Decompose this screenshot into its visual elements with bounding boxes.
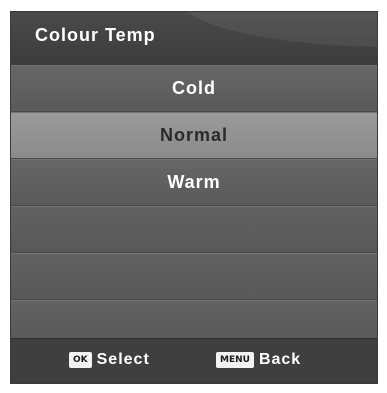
menu-key-icon: MENU	[216, 352, 254, 368]
back-label: Back	[258, 351, 302, 368]
empty-row	[11, 206, 377, 253]
select-label: Select	[96, 351, 150, 368]
option-label: Cold	[172, 78, 216, 98]
option-warm[interactable]: Warm	[11, 159, 377, 206]
back-hint[interactable]: MENU Back	[216, 351, 301, 369]
empty-row	[11, 253, 377, 300]
menu-header: Colour Temp	[11, 12, 377, 65]
option-normal[interactable]: Normal	[11, 112, 377, 159]
option-list: Cold Normal Warm	[11, 65, 377, 347]
colour-temp-menu: Colour Temp Cold Normal Warm OK Select M…	[10, 11, 378, 384]
ok-key-icon: OK	[69, 352, 92, 368]
option-label: Warm	[167, 172, 221, 192]
option-cold[interactable]: Cold	[11, 65, 377, 112]
menu-title: Colour Temp	[35, 25, 156, 45]
select-hint[interactable]: OK Select	[69, 351, 150, 369]
option-label: Normal	[159, 125, 228, 145]
menu-footer: OK Select MENU Back	[11, 338, 377, 383]
